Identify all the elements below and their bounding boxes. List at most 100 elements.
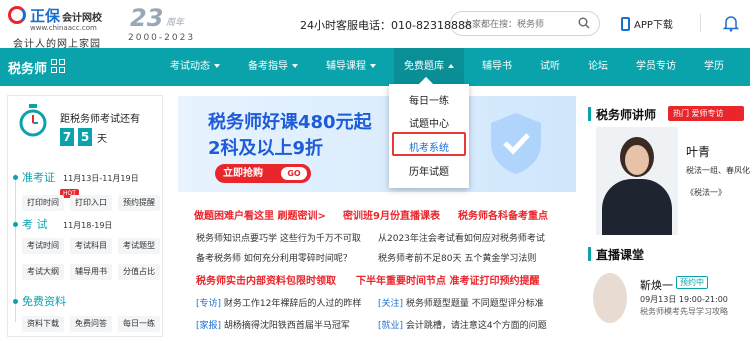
nav-item-trial[interactable]: 试听 xyxy=(540,48,560,86)
top-header: 正保 会计网校 www.chinaacc.com 会计人的网上家园 23 周年 2… xyxy=(0,0,750,50)
dropdown-item-daily-practice[interactable]: 每日一练 xyxy=(389,92,469,107)
site-logo[interactable]: 正保 会计网校 www.chinaacc.com 会计人的网上家园 xyxy=(8,5,128,50)
news-link[interactable]: 税务师考前不足80天 五个黄金学习法则 xyxy=(378,251,536,264)
news-link[interactable]: 备考税务师 如何充分利用零碎时间呢？ xyxy=(196,251,352,264)
logo-name: 正保 xyxy=(30,7,61,25)
tag-textbooks[interactable]: 辅导用书 xyxy=(70,264,112,280)
apps-grid-icon[interactable] xyxy=(51,59,65,73)
teacher-interview-badge[interactable]: 热门 爱师专访 xyxy=(668,106,744,121)
tag-exam-syllabus[interactable]: 考试大纲 xyxy=(22,264,64,280)
anniv-number: 23 xyxy=(130,4,164,32)
tag-print-entry[interactable]: 打印入口 xyxy=(70,195,112,211)
teacher-subject: 《税法一》 xyxy=(686,188,726,197)
body-shape xyxy=(602,179,672,235)
bell-icon[interactable] xyxy=(723,14,739,32)
nav-brand[interactable]: 税务师 xyxy=(8,58,47,77)
app-download-link[interactable]: APP下载 xyxy=(621,16,673,31)
booking-status-badge[interactable]: 预约中 xyxy=(676,276,708,289)
tagged-news-item[interactable]: [专访] 财务工作12年裸辞后的人过的昨样 xyxy=(196,296,361,309)
dropdown-item-exam-system[interactable]: 机考系统 xyxy=(389,139,469,154)
chevron-down-icon xyxy=(292,64,298,68)
timeline-dot xyxy=(13,174,18,180)
nav-item-study-guide[interactable]: 备考指导 xyxy=(248,48,298,86)
promo-banner[interactable]: 税务师好课480元起 2科及以上9折 立即抢购 GO xyxy=(178,96,576,192)
section-date: 11月13日-11月19日 xyxy=(63,174,139,183)
countdown-digit: 5 xyxy=(78,128,92,146)
lecturer-avatar[interactable] xyxy=(593,273,627,323)
logo-domain: www.chinaacc.com xyxy=(30,24,97,32)
section-free-materials: 免费资料 xyxy=(13,293,66,309)
tagged-news-item[interactable]: [关注] 税务师题型题量 不同题型评分标准 xyxy=(378,296,544,309)
dropdown-item-question-center[interactable]: 试题中心 xyxy=(389,115,469,130)
nav-item-books[interactable]: 辅导书 xyxy=(482,48,512,86)
tag-free-qa[interactable]: 免费问答 xyxy=(70,316,112,332)
logo-mark-icon xyxy=(8,6,26,24)
tag-exam-time[interactable]: 考试时间 xyxy=(22,238,64,254)
headline-link[interactable]: 下半年重要时间节点 准考证打印预约提醒 xyxy=(356,272,539,287)
shield-check-icon xyxy=(491,113,541,174)
search-icon[interactable] xyxy=(578,17,590,29)
tag-booking-reminder[interactable]: 预约提醒 xyxy=(118,195,160,211)
timeline-dot xyxy=(13,221,18,227)
tag-daily-practice[interactable]: 每日一练 xyxy=(118,316,160,332)
chevron-down-icon xyxy=(214,64,220,68)
news-link[interactable]: 从2023年注会考试看如何应对税务师考试 xyxy=(378,231,545,244)
banner-line2: 2科及以上9折 xyxy=(208,138,324,159)
section-date: 11月18-19日 xyxy=(63,221,113,230)
nav-item-courses[interactable]: 辅导课程 xyxy=(326,48,376,86)
nav-item-degree[interactable]: 学历 xyxy=(704,48,724,86)
search-input[interactable] xyxy=(463,16,573,31)
teacher-photo[interactable] xyxy=(596,127,678,235)
tag-exam-subjects[interactable]: 考试科目 xyxy=(70,238,112,254)
headline-link[interactable]: 税务师各科备考重点 xyxy=(458,207,548,222)
search-box[interactable] xyxy=(450,11,600,36)
tag-exam-types[interactable]: 考试题型 xyxy=(118,238,160,254)
chevron-down-icon xyxy=(370,64,376,68)
nav-item-forum[interactable]: 论坛 xyxy=(588,48,608,86)
section-title: 免费资料 xyxy=(22,295,66,308)
news-text: 胡杨摘得沈阳铁西首届半马冠军 xyxy=(223,321,350,331)
timeline-dot xyxy=(13,298,18,304)
section-title: 准考证 xyxy=(22,171,55,184)
title-accent xyxy=(588,247,591,261)
tag-print-time[interactable]: 打印时间 xyxy=(22,195,64,211)
title-accent xyxy=(588,107,591,121)
headline-link[interactable]: 税务师实击内部资料包限时领取 xyxy=(196,272,336,287)
buy-now-button[interactable]: 立即抢购 GO xyxy=(215,164,311,183)
lecturer-name[interactable]: 靳焕一 xyxy=(640,277,673,293)
nav-item-exam-news[interactable]: 考试动态 xyxy=(170,48,220,86)
phone-icon xyxy=(621,16,630,31)
tagged-news-item[interactable]: [就业] 会计跳槽，请注意这4个方面的问题 xyxy=(378,318,547,331)
banner-line1: 税务师好课480元起 xyxy=(208,112,372,133)
live-section-title: 直播课堂 xyxy=(596,248,645,262)
face-shape xyxy=(625,145,649,175)
live-topic[interactable]: 税务师模考先导学习攻略 xyxy=(640,306,728,317)
tag-download[interactable]: 资料下载 xyxy=(22,316,64,332)
news-tag: [家报] xyxy=(196,321,222,331)
countdown-title: 距税务师考试还有 xyxy=(60,114,140,125)
app-download-label: APP下载 xyxy=(634,20,673,31)
countdown-unit: 天 xyxy=(97,134,107,145)
dropdown-item-past-papers[interactable]: 历年试题 xyxy=(389,163,469,178)
logo-sub: 会计网校 xyxy=(62,13,103,24)
live-time: 09月13日 19:00-21:00 xyxy=(640,295,728,304)
stopwatch-icon xyxy=(19,104,47,137)
headline-link[interactable]: 密训班9月份直播课表 xyxy=(343,207,440,222)
anniv-unit: 周年 xyxy=(166,18,185,28)
section-admission-ticket: 准考证 xyxy=(13,169,55,185)
main-nav: 税务师 考试动态 备考指导 辅导课程 免费题库 辅导书 试听 论坛 学员专访 学… xyxy=(0,48,750,86)
teacher-section-title: 税务师讲师 xyxy=(596,108,657,122)
news-link[interactable]: 税务师知识点要巧学 这些行为千万不可取 xyxy=(196,231,361,244)
tag-score-ratio[interactable]: 分值占比 xyxy=(118,264,160,280)
divider xyxy=(700,14,701,32)
nav-item-interviews[interactable]: 学员专访 xyxy=(636,48,676,86)
headline-link[interactable]: 做题困难户看这里 刷题密训> xyxy=(194,207,326,222)
news-text: 会计跳槽，请注意这4个方面的问题 xyxy=(405,321,547,331)
hotline: 24小时客服电话：010-82318888 xyxy=(300,19,472,32)
tagged-news-item[interactable]: [家报] 胡杨摘得沈阳铁西首届半马冠军 xyxy=(196,318,350,331)
go-badge: GO xyxy=(281,167,307,180)
news-text: 税务师题型题量 不同题型评分标准 xyxy=(405,299,544,309)
anniversary-logo: 23 周年 2000-2023 xyxy=(128,4,208,44)
teacher-name[interactable]: 叶青 xyxy=(686,143,710,160)
countdown-digit: 7 xyxy=(60,128,74,146)
